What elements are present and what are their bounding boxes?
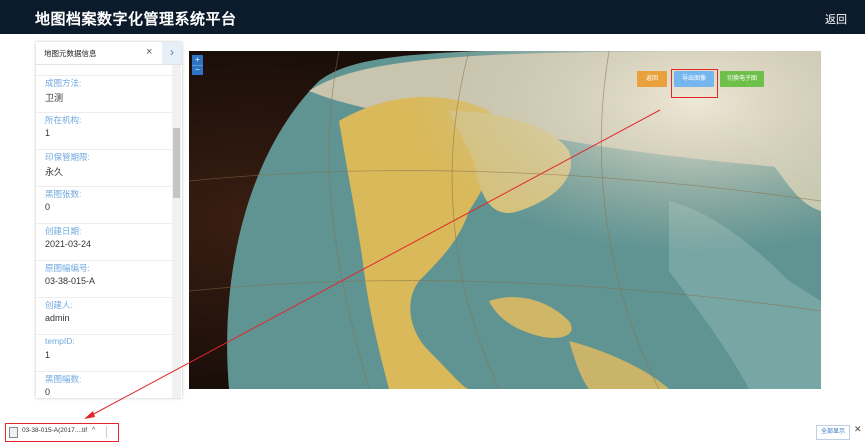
field-label: 印保管期限:: [45, 152, 90, 162]
metadata-field: 黑图幅数: 0: [36, 372, 172, 398]
panel-header: 地图元数据信息 × ›: [36, 42, 182, 65]
highlight-annotation-box: [671, 69, 718, 98]
download-bar: 03-38-015-A(2017....tif ^: [0, 420, 865, 443]
field-value: 1: [45, 350, 51, 360]
field-value: 0: [45, 202, 51, 212]
map-back-button[interactable]: 返回: [637, 71, 667, 87]
field-value: 03-38-015-A: [45, 276, 96, 286]
close-icon[interactable]: ×: [146, 46, 152, 58]
metadata-field: 黑图张数: 0: [36, 187, 172, 224]
field-value: 0: [45, 387, 51, 397]
field-value: admin: [45, 313, 70, 323]
field-value: 1: [45, 128, 51, 138]
field-label: 黑图张数:: [45, 189, 82, 199]
file-icon: [9, 427, 18, 438]
metadata-field: [36, 65, 172, 76]
field-value: 2021-03-24: [45, 239, 92, 249]
metadata-panel: 地图元数据信息 × › 成图方法: 卫测 所在机构: 1 印保管期限: 永久 黑…: [36, 42, 182, 398]
globe-map-image: [189, 51, 821, 389]
field-label: 所在机构:: [45, 115, 82, 125]
field-label: 创建人:: [45, 300, 73, 310]
show-all-button[interactable]: 全部显示: [816, 425, 850, 440]
field-label: tempID:: [45, 336, 75, 346]
panel-scrollbar[interactable]: [172, 65, 181, 398]
metadata-field: 所在机构: 1: [36, 113, 172, 150]
switch-electronic-map-button[interactable]: 切换电子图: [720, 71, 764, 87]
metadata-field: 成图方法: 卫测: [36, 76, 172, 113]
metadata-list: 成图方法: 卫测 所在机构: 1 印保管期限: 永久 黑图张数: 0 创建日期:…: [36, 65, 172, 398]
close-icon[interactable]: ✕: [854, 424, 862, 435]
download-filename: 03-38-015-A(2017....tif: [22, 427, 88, 434]
field-label: 成图方法:: [45, 78, 82, 88]
field-label: 创建日期:: [45, 226, 82, 236]
metadata-field: 创建日期: 2021-03-24: [36, 224, 172, 261]
divider: [106, 426, 107, 438]
app-title: 地图档案数字化管理系统平台: [35, 11, 237, 28]
chevron-right-icon[interactable]: ›: [162, 42, 182, 64]
metadata-field: 印保管期限: 永久: [36, 150, 172, 187]
field-label: 原图幅编号:: [45, 263, 90, 273]
panel-title: 地图元数据信息: [44, 49, 97, 58]
zoom-out-button[interactable]: −: [192, 65, 203, 75]
top-bar: 地图档案数字化管理系统平台 返回: [0, 0, 865, 34]
map-view[interactable]: [189, 51, 821, 389]
field-label: 黑图幅数:: [45, 374, 82, 384]
download-item[interactable]: 03-38-015-A(2017....tif ^: [5, 423, 119, 442]
field-value: 卫测: [45, 93, 64, 103]
metadata-field: 创建人: admin: [36, 298, 172, 335]
caret-up-icon[interactable]: ^: [92, 427, 95, 434]
back-link[interactable]: 返回: [825, 11, 847, 27]
field-value: 永久: [45, 167, 64, 177]
zoom-control: + −: [192, 55, 203, 75]
scroll-thumb[interactable]: [173, 128, 180, 198]
metadata-field: tempID: 1: [36, 335, 172, 372]
metadata-field: 原图幅编号: 03-38-015-A: [36, 261, 172, 298]
